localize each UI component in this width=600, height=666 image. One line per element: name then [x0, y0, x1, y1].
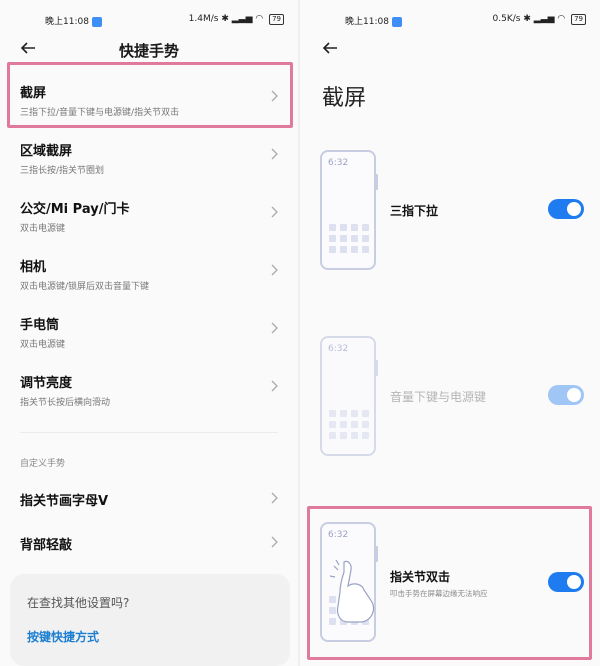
item-title: 背部轻敲 [20, 538, 73, 553]
back-arrow-icon[interactable] [320, 38, 340, 58]
app-grid [329, 224, 369, 253]
item-title: 公交/Mi Pay/门卡 [20, 202, 130, 217]
toggle-three-finger-swipe[interactable] [548, 199, 584, 219]
menu-item-brightness[interactable]: 调节亮度 指关节长按后横向滑动 [20, 372, 282, 408]
menu-item-camera[interactable]: 相机 双击电源键/锁屏后双击音量下键 [20, 256, 282, 292]
item-subtitle: 指关节长按后横向滑动 [20, 398, 111, 408]
other-settings-question: 在查找其他设置吗? [27, 596, 130, 610]
chevron-right-icon [268, 490, 280, 506]
status-bar: 晚上11:08 1.4M/s ✱ ▂▃▅ ◠ 79 [0, 12, 298, 30]
item-title: 相机 [20, 260, 47, 275]
toggle-volume-power[interactable] [548, 385, 584, 405]
phone-illustration: 6:32 [320, 150, 378, 270]
toggle-knob [567, 388, 581, 402]
chevron-right-icon [268, 534, 280, 550]
menu-item-area-screenshot[interactable]: 区域截屏 三指长按/指关节圈划 [20, 140, 282, 176]
app-grid [329, 410, 369, 439]
menu-item-flashlight[interactable]: 手电筒 双击电源键 [20, 314, 282, 350]
alarm-icon [91, 16, 102, 27]
chevron-right-icon [268, 320, 280, 336]
chevron-right-icon [268, 146, 280, 162]
divider [20, 432, 278, 433]
phone-time: 6:32 [328, 158, 349, 168]
phone-time: 6:32 [328, 344, 349, 354]
screenshot-settings-panel: 晚上11:08 0.5K/s ✱ ▂▃▅ ◠ 79 截屏 6:32 三指下拉 6… [300, 0, 600, 666]
status-time: 晚上11:08 [345, 14, 402, 27]
side-button [375, 174, 378, 190]
other-settings-card: 在查找其他设置吗? 按键快捷方式 [10, 574, 290, 666]
item-subtitle: 双击电源键/锁屏后双击音量下键 [20, 282, 150, 292]
side-button [375, 360, 378, 376]
item-subtitle: 三指长按/指关节圈划 [20, 166, 105, 176]
page-title: 截屏 [322, 86, 367, 111]
section-label-custom: 自定义手势 [20, 459, 66, 469]
highlight-frame [7, 62, 293, 128]
chevron-right-icon [268, 378, 280, 394]
status-time: 晚上11:08 [45, 14, 102, 27]
item-title: 手电筒 [20, 318, 60, 333]
option-three-finger-swipe: 三指下拉 [390, 204, 439, 218]
chevron-right-icon [268, 262, 280, 278]
highlight-frame [307, 506, 592, 660]
item-subtitle: 双击电源键 [20, 224, 66, 234]
chevron-right-icon [268, 204, 280, 220]
button-shortcuts-link[interactable]: 按键快捷方式 [27, 628, 99, 645]
alarm-icon [391, 16, 402, 27]
status-right: 1.4M/s ✱ ▂▃▅ ◠ 79 [189, 14, 284, 25]
gestures-panel: 晚上11:08 1.4M/s ✱ ▂▃▅ ◠ 79 快捷手势 截屏 三指下拉/音… [0, 0, 298, 666]
item-title: 区域截屏 [20, 144, 73, 159]
status-right: 0.5K/s ✱ ▂▃▅ ◠ 79 [493, 14, 586, 25]
page-title: 快捷手势 [118, 42, 179, 60]
menu-item-back-tap[interactable]: 背部轻敲 [20, 534, 282, 553]
phone-illustration: 6:32 [320, 336, 378, 456]
menu-item-knuckle-v[interactable]: 指关节画字母V [20, 490, 282, 509]
item-title: 指关节画字母V [20, 494, 109, 509]
toggle-knob [567, 202, 581, 216]
menu-item-transit-card[interactable]: 公交/Mi Pay/门卡 双击电源键 [20, 198, 282, 234]
option-volume-power: 音量下键与电源键 [390, 390, 487, 404]
battery-icon: 79 [269, 14, 284, 25]
item-subtitle: 双击电源键 [20, 340, 66, 350]
battery-icon: 79 [571, 14, 586, 25]
status-bar: 晚上11:08 0.5K/s ✱ ▂▃▅ ◠ 79 [300, 12, 600, 30]
item-title: 调节亮度 [20, 376, 73, 391]
